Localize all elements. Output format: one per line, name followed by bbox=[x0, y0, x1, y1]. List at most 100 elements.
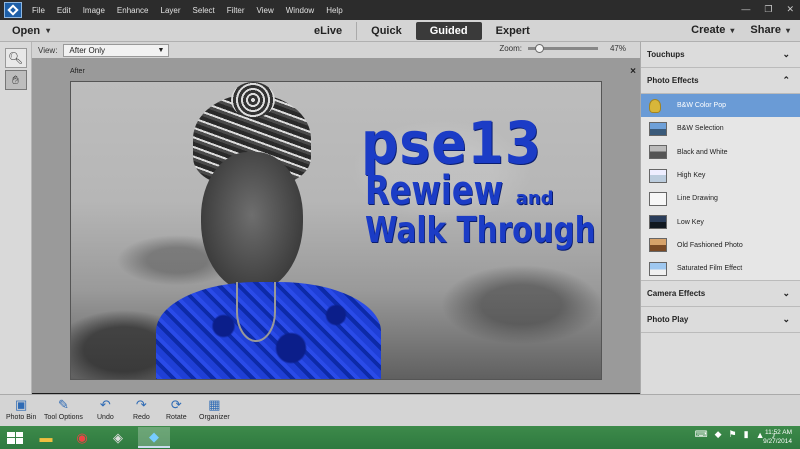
photo-bin-button[interactable]: ▣ Photo Bin bbox=[6, 397, 37, 421]
menu-file[interactable]: File bbox=[26, 6, 51, 15]
section-photo-effects-label: Photo Effects bbox=[647, 76, 699, 85]
battery-icon[interactable]: ▮ bbox=[744, 429, 749, 440]
undo-button[interactable]: ↶ Undo bbox=[97, 397, 114, 421]
minimize-button[interactable]: — bbox=[741, 4, 750, 15]
title-and: and bbox=[515, 188, 554, 209]
effect-saturated-film[interactable]: Saturated Film Effect bbox=[641, 257, 800, 280]
clock-time: 11:52 AM bbox=[765, 429, 792, 436]
organizer-button[interactable]: ▦ Organizer bbox=[199, 397, 230, 421]
menu-view[interactable]: View bbox=[251, 6, 280, 15]
photo-subject-necklace bbox=[236, 282, 276, 342]
photo-bin-icon: ▣ bbox=[15, 397, 28, 412]
photoshop-organizer-icon[interactable]: ◈ bbox=[102, 427, 134, 448]
clock[interactable]: 11:52 AM 9/27/2014 bbox=[763, 428, 792, 446]
organizer-label: Organizer bbox=[199, 414, 230, 421]
menu-image[interactable]: Image bbox=[77, 6, 111, 15]
effect-label: Old Fashioned Photo bbox=[677, 241, 743, 249]
low-key-icon bbox=[649, 215, 667, 230]
redo-button[interactable]: ↷ Redo bbox=[133, 397, 150, 421]
app-logo-icon bbox=[4, 2, 22, 18]
menu-help[interactable]: Help bbox=[320, 6, 348, 15]
title-line-2: Rewiew and bbox=[365, 171, 601, 211]
hand-tool-icon[interactable]: ✋︎ bbox=[4, 70, 27, 90]
rotate-icon: ⟳ bbox=[170, 397, 182, 412]
effect-label: Saturated Film Effect bbox=[677, 265, 743, 273]
chrome-icon[interactable]: ◉ bbox=[66, 427, 98, 448]
flag-icon[interactable]: ⚑ bbox=[729, 429, 737, 440]
photo-bin-label: Photo Bin bbox=[6, 414, 37, 421]
undo-icon: ↶ bbox=[99, 397, 111, 412]
old-fashioned-icon bbox=[649, 238, 667, 253]
tool-options-button[interactable]: ✎ Tool Options bbox=[44, 397, 83, 421]
menu-edit[interactable]: Edit bbox=[51, 6, 77, 15]
effect-old-fashioned-photo[interactable]: Old Fashioned Photo bbox=[641, 234, 800, 257]
title-overlay: pse13 Rewiew and Walk Through bbox=[361, 109, 601, 251]
tab-elive[interactable]: eLive bbox=[300, 22, 356, 40]
effect-label: High Key bbox=[677, 172, 706, 180]
zoom-control: Zoom: 47% bbox=[493, 44, 626, 53]
section-touchups-label: Touchups bbox=[647, 50, 685, 59]
photo-subject-face bbox=[201, 152, 303, 292]
bw-selection-icon bbox=[649, 121, 667, 136]
canvas-area: After × pse13 Rewiew and Walk Through bbox=[32, 58, 640, 393]
chevron-down-icon: ⌄ bbox=[782, 314, 790, 325]
dropbox-icon[interactable]: ◆ bbox=[715, 429, 722, 440]
zoom-slider-thumb[interactable] bbox=[534, 44, 544, 53]
effect-label: B&W Color Pop bbox=[677, 102, 727, 110]
redo-icon: ↷ bbox=[135, 397, 147, 412]
windows-start-icon[interactable] bbox=[4, 429, 26, 447]
title-line-3: Walk Through bbox=[365, 210, 596, 251]
menu-filter[interactable]: Filter bbox=[221, 6, 251, 15]
effect-label: Low Key bbox=[677, 218, 704, 226]
close-window-button[interactable]: ✕ bbox=[786, 4, 794, 15]
share-label: Share bbox=[750, 24, 781, 36]
keyboard-icon[interactable]: ⌨ bbox=[695, 429, 708, 440]
section-camera-effects[interactable]: Camera Effects ⌄ bbox=[641, 281, 800, 308]
mode-actions: Create ▾ Share ▾ bbox=[691, 24, 790, 36]
black-and-white-icon bbox=[649, 145, 667, 160]
effect-label: Black and White bbox=[677, 148, 728, 156]
tab-expert[interactable]: Expert bbox=[482, 22, 544, 40]
effect-low-key[interactable]: Low Key bbox=[641, 210, 800, 233]
chevron-down-icon: ▾ bbox=[785, 25, 790, 35]
menu-bar: File Edit Image Enhance Layer Select Fil… bbox=[0, 0, 800, 20]
title-line-1: pse13 bbox=[361, 109, 542, 177]
line-drawing-icon bbox=[649, 191, 667, 206]
menu-layer[interactable]: Layer bbox=[155, 6, 187, 15]
create-button[interactable]: Create ▾ bbox=[691, 24, 734, 36]
menu-enhance[interactable]: Enhance bbox=[111, 6, 155, 15]
zoom-slider[interactable] bbox=[527, 44, 598, 53]
file-explorer-icon[interactable]: ▬ bbox=[30, 427, 62, 448]
view-select[interactable]: After Only ▼ bbox=[63, 43, 170, 57]
tab-quick[interactable]: Quick bbox=[356, 22, 416, 40]
effect-label: Line Drawing bbox=[677, 195, 718, 203]
undo-label: Undo bbox=[97, 414, 114, 421]
rotate-button[interactable]: ⟳ Rotate bbox=[166, 397, 187, 421]
effect-black-and-white[interactable]: Black and White bbox=[641, 141, 800, 164]
guided-panel: Touchups ⌄ Photo Effects ⌃ B&W Color Pop… bbox=[640, 42, 800, 394]
effect-line-drawing[interactable]: Line Drawing bbox=[641, 187, 800, 210]
section-camera-effects-label: Camera Effects bbox=[647, 289, 706, 299]
tool-options-label: Tool Options bbox=[44, 414, 83, 421]
photo-canvas[interactable]: pse13 Rewiew and Walk Through bbox=[70, 81, 602, 380]
menu-window[interactable]: Window bbox=[280, 6, 320, 15]
menu-select[interactable]: Select bbox=[187, 6, 221, 15]
open-button[interactable]: Open ▾ bbox=[12, 25, 50, 37]
zoom-tool-icon[interactable]: 🔍︎ bbox=[4, 48, 27, 68]
photo-subject-beads bbox=[231, 82, 275, 118]
maximize-button[interactable]: ❐ bbox=[764, 4, 772, 15]
tab-guided[interactable]: Guided bbox=[415, 22, 482, 40]
share-button[interactable]: Share ▾ bbox=[750, 24, 790, 36]
zoom-label: Zoom: bbox=[499, 44, 522, 53]
photoshop-elements-icon[interactable]: ◆ bbox=[138, 427, 170, 448]
rotate-label: Rotate bbox=[166, 414, 187, 421]
effect-bw-color-pop[interactable]: B&W Color Pop bbox=[641, 94, 800, 118]
effect-high-key[interactable]: High Key bbox=[641, 164, 800, 187]
bottom-bar: ▣ Photo Bin ✎ Tool Options ↶ Undo ↷ Redo… bbox=[0, 394, 800, 426]
photo-effects-list: B&W Color Pop B&W Selection Black and Wh… bbox=[641, 94, 800, 282]
section-photo-effects[interactable]: Photo Effects ⌃ bbox=[641, 68, 800, 94]
section-photo-play[interactable]: Photo Play ⌄ bbox=[641, 307, 800, 334]
section-touchups[interactable]: Touchups ⌄ bbox=[641, 42, 800, 68]
close-view-button[interactable]: × bbox=[630, 66, 636, 77]
effect-bw-selection[interactable]: B&W Selection bbox=[641, 117, 800, 140]
